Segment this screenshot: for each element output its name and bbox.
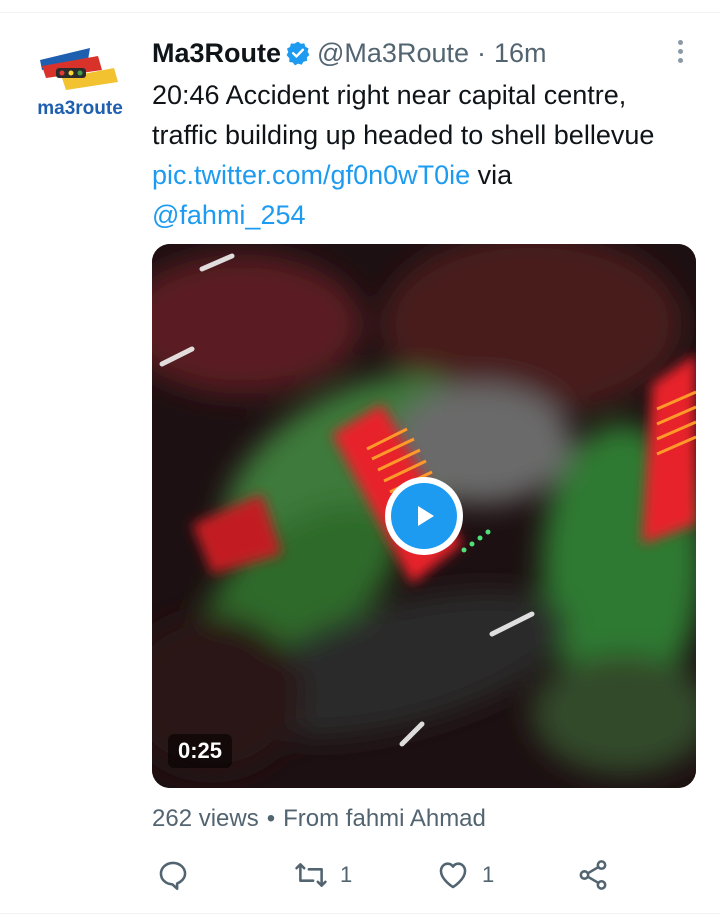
video-duration: 0:25 <box>168 734 233 768</box>
view-count: 262 views <box>152 805 259 832</box>
retweet-icon <box>295 863 327 887</box>
play-button[interactable] <box>385 477 463 555</box>
like-count: 1 <box>482 862 495 887</box>
mention-link[interactable]: @fahmi_254 <box>152 200 306 230</box>
play-icon <box>418 506 434 526</box>
more-options-icon[interactable] <box>668 36 692 66</box>
heart-icon <box>439 862 467 889</box>
top-divider <box>0 12 720 13</box>
media-attribution[interactable]: From fahmi Ahmad <box>283 805 486 832</box>
meta-dot: • <box>266 805 276 832</box>
via-text: via <box>470 160 513 190</box>
retweet-button[interactable]: 1 <box>294 858 352 892</box>
like-button[interactable]: 1 <box>436 858 494 892</box>
tweet-timestamp[interactable]: 16m <box>494 36 547 70</box>
avatar-logo-text: ma3route <box>37 98 123 119</box>
bottom-divider <box>0 913 720 914</box>
tweet-body: 20:46 Accident right near capital centre… <box>152 80 655 150</box>
tweet-meta: 262 views • From fahmi Ahmad <box>152 805 486 833</box>
reply-button[interactable] <box>156 858 190 892</box>
tweet-header: Ma3Route @Ma3Route · 16m <box>152 36 547 70</box>
retweet-count: 1 <box>340 862 353 887</box>
share-button[interactable] <box>576 858 610 892</box>
reply-icon <box>159 861 187 891</box>
header-separator: · <box>477 38 486 68</box>
tweet-text: 20:46 Accident right near capital centre… <box>152 75 672 235</box>
author-name[interactable]: Ma3Route <box>152 36 281 70</box>
author-handle[interactable]: @Ma3Route <box>317 36 469 70</box>
avatar[interactable]: ma3route <box>28 42 132 122</box>
tweet-actions: 1 1 <box>152 858 632 898</box>
pic-link[interactable]: pic.twitter.com/gf0n0wT0ie <box>152 160 470 190</box>
video-player[interactable]: 0:25 <box>152 244 696 788</box>
ma3route-logo-icon: ma3route <box>37 48 123 119</box>
verified-badge-icon <box>286 41 310 66</box>
share-icon <box>579 860 607 890</box>
